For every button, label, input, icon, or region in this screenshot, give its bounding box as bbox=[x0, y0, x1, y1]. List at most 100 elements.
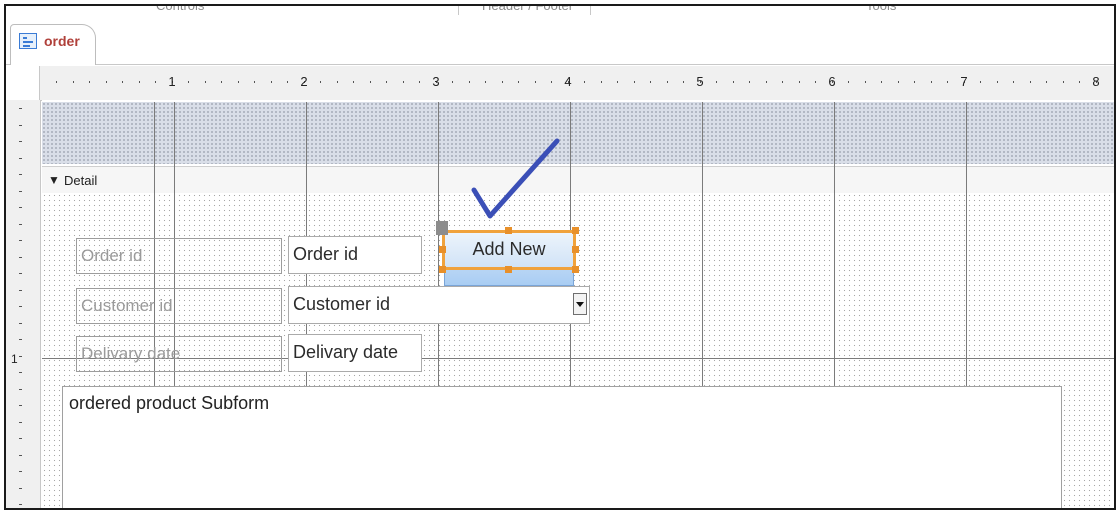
ruler-tick bbox=[287, 81, 288, 83]
ruler-tick bbox=[732, 81, 734, 83]
ruler-tick bbox=[105, 81, 107, 83]
resize-handle[interactable] bbox=[505, 266, 512, 273]
ruler-tick bbox=[320, 81, 321, 83]
ruler-number: 3 bbox=[432, 74, 440, 89]
ruler-tick bbox=[419, 81, 420, 83]
delivary-date-textbox[interactable]: Delivary date bbox=[288, 334, 422, 372]
ruler-tick bbox=[897, 81, 899, 83]
ruler-tick bbox=[254, 81, 255, 83]
order-id-textbox[interactable]: Order id bbox=[288, 236, 422, 274]
ruler-tick bbox=[188, 81, 189, 83]
detail-section-bar[interactable]: ▼ Detail bbox=[42, 166, 1114, 194]
ruler-tick bbox=[485, 81, 486, 83]
ruler-tick bbox=[204, 81, 206, 83]
ruler-tick bbox=[155, 81, 156, 83]
design-canvas[interactable]: ▼ Detail Order id Order id Customer id C… bbox=[42, 100, 1114, 508]
ruler-tick bbox=[947, 81, 948, 83]
delivary-date-label[interactable]: Delivary date bbox=[76, 336, 282, 372]
chevron-down-icon[interactable] bbox=[573, 293, 587, 315]
ribbon-group-header-footer: Header / Footer bbox=[482, 4, 574, 13]
customer-id-combobox[interactable]: Customer id bbox=[288, 286, 590, 324]
ruler-tick bbox=[1013, 81, 1014, 83]
ruler-number: 2 bbox=[300, 74, 308, 89]
move-handle[interactable] bbox=[436, 221, 448, 235]
ruler-tick bbox=[19, 322, 22, 324]
ruler-tick bbox=[19, 487, 22, 489]
ruler-tick bbox=[518, 81, 519, 83]
ribbon-separator bbox=[590, 6, 591, 15]
ruler-tick bbox=[1079, 81, 1080, 83]
horizontal-ruler: 1 2 3 4 5 6 7 8 bbox=[6, 66, 1114, 101]
ruler-tick bbox=[19, 157, 22, 159]
ruler-tick bbox=[996, 81, 998, 83]
ruler-tick bbox=[914, 81, 915, 83]
resize-handle[interactable] bbox=[572, 266, 579, 273]
order-id-label[interactable]: Order id bbox=[76, 238, 282, 274]
vertical-ruler: 1 bbox=[6, 100, 41, 508]
form-icon bbox=[19, 33, 37, 49]
ruler-tick bbox=[19, 421, 22, 423]
ruler-tick bbox=[56, 81, 57, 83]
ruler-tick bbox=[353, 81, 354, 83]
ruler-tick bbox=[122, 81, 123, 83]
ruler-tick bbox=[584, 81, 585, 83]
ruler-tick bbox=[19, 405, 22, 406]
ruler-tick bbox=[19, 124, 22, 126]
ruler-tick bbox=[19, 471, 22, 472]
section-arrow-icon: ▼ bbox=[48, 173, 60, 187]
ruler-tick bbox=[633, 81, 635, 83]
ruler-tick bbox=[19, 190, 22, 192]
form-design-window: Controls Header / Footer Tools order 1 2… bbox=[4, 4, 1116, 510]
ruler-tick bbox=[369, 81, 371, 83]
ruler-tick bbox=[683, 81, 684, 83]
customer-id-combobox-value: Customer id bbox=[293, 294, 391, 314]
ruler-number: 1 bbox=[168, 74, 176, 89]
ribbon-group-controls: Controls bbox=[156, 4, 205, 13]
ruler-tick bbox=[716, 81, 717, 83]
ruler-tick bbox=[666, 81, 668, 83]
resize-handle[interactable] bbox=[572, 246, 579, 253]
customer-id-label[interactable]: Customer id bbox=[76, 288, 282, 324]
ruler-tick bbox=[1046, 81, 1047, 83]
ruler-tick bbox=[782, 81, 783, 83]
ruler-tick bbox=[551, 81, 552, 83]
subform-label: ordered product Subform bbox=[69, 393, 270, 413]
ruler-tick bbox=[237, 81, 239, 83]
ruler-tick bbox=[19, 438, 22, 439]
selection-outline bbox=[442, 230, 576, 270]
ruler-number: 7 bbox=[960, 74, 968, 89]
ruler-tick bbox=[19, 174, 22, 175]
ruler-tick bbox=[534, 81, 536, 83]
ruler-tick bbox=[19, 240, 22, 241]
ruler-tick bbox=[501, 81, 503, 83]
ruler-tick bbox=[848, 81, 849, 83]
ruler-tick bbox=[600, 81, 602, 83]
ruler-number: 6 bbox=[828, 74, 836, 89]
ruler-tick bbox=[19, 355, 22, 357]
ruler-tick bbox=[798, 81, 800, 83]
ruler-number: 1 bbox=[11, 352, 18, 366]
ribbon-group-labels: Controls Header / Footer Tools bbox=[6, 6, 1114, 16]
tab-order[interactable]: order bbox=[10, 24, 96, 65]
resize-handle[interactable] bbox=[572, 227, 579, 234]
ruler-tick bbox=[864, 81, 866, 83]
document-tab-bar: order bbox=[6, 18, 1114, 65]
ruler-tick bbox=[980, 81, 981, 83]
ruler-number: 8 bbox=[1092, 74, 1100, 89]
ruler-tick bbox=[19, 207, 22, 208]
resize-handle[interactable] bbox=[439, 246, 446, 253]
ordered-product-subform[interactable]: ordered product Subform bbox=[62, 386, 1062, 508]
ruler-tick bbox=[402, 81, 404, 83]
ruler-tick bbox=[19, 141, 22, 142]
ruler-tick bbox=[19, 388, 22, 390]
ruler-tick bbox=[19, 339, 22, 340]
resize-handle[interactable] bbox=[439, 266, 446, 273]
detail-section-label: Detail bbox=[64, 173, 98, 188]
tab-order-label: order bbox=[44, 33, 80, 49]
form-header-section[interactable] bbox=[42, 102, 1114, 164]
resize-handle[interactable] bbox=[505, 227, 512, 234]
ruler-tick bbox=[336, 81, 338, 83]
ribbon-separator bbox=[458, 6, 459, 15]
ruler-tick bbox=[19, 223, 22, 225]
ruler-tick bbox=[468, 81, 470, 83]
